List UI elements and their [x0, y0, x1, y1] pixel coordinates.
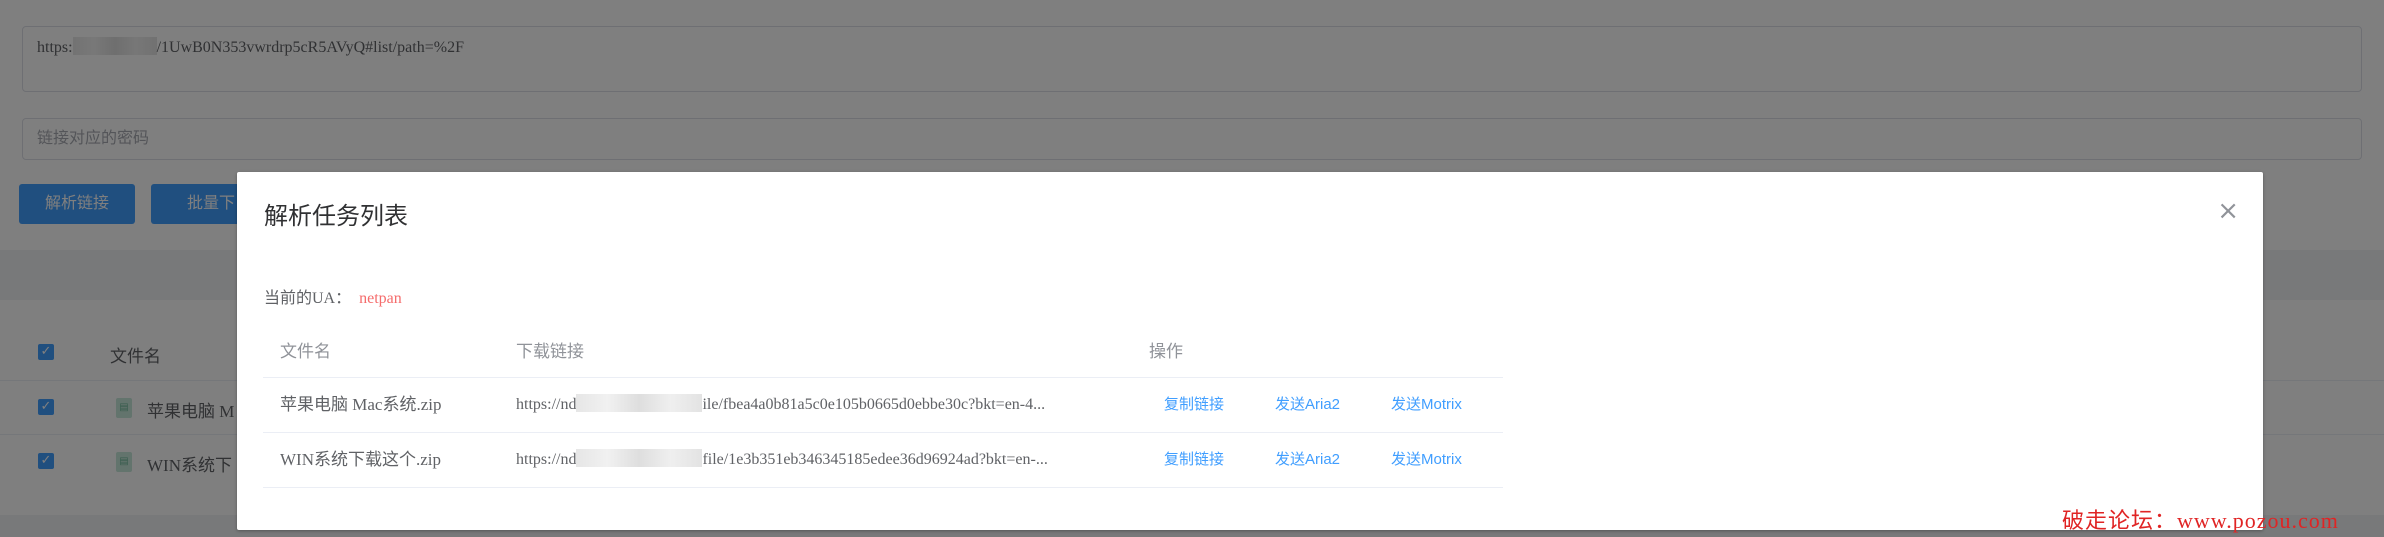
send-motrix-button[interactable]: 发送Motrix — [1391, 378, 1462, 432]
link-suffix: file/1e3b351eb346345185edee36d96924ad?bk… — [702, 451, 1048, 468]
link-suffix: ile/fbea4a0b81a5c0e105b0665d0ebbe30c?bkt… — [702, 396, 1046, 413]
ua-label: 当前的UA： — [264, 290, 352, 307]
download-link-header: 下载链接 — [516, 342, 584, 361]
actions-header: 操作 — [1149, 342, 1183, 361]
send-motrix-button[interactable]: 发送Motrix — [1391, 433, 1462, 487]
send-aria2-button[interactable]: 发送Aria2 — [1275, 433, 1340, 487]
ua-info: 当前的UA： netpan — [264, 284, 402, 308]
forum-watermark: 破走论坛：www.pozou.com — [2062, 508, 2339, 533]
task-download-link[interactable]: https://nd file/1e3b351eb346345185edee36d… — [516, 433, 1116, 487]
redacted-mask — [576, 394, 703, 412]
copy-link-button[interactable]: 复制链接 — [1164, 433, 1224, 487]
filename-header: 文件名 — [280, 342, 331, 361]
redacted-mask — [576, 449, 703, 467]
task-filename: 苹果电脑 Mac系统.zip — [280, 395, 442, 414]
ua-value: netpan — [359, 290, 402, 307]
close-icon[interactable]: × — [2217, 198, 2239, 224]
link-prefix: https://nd — [516, 396, 577, 413]
task-table-header: 文件名 下载链接 操作 — [263, 327, 1503, 378]
dialog-title: 解析任务列表 — [264, 203, 408, 230]
task-table: 文件名 下载链接 操作 苹果电脑 Mac系统.zip https://nd ile… — [263, 327, 1503, 488]
copy-link-button[interactable]: 复制链接 — [1164, 378, 1224, 432]
task-download-link[interactable]: https://nd ile/fbea4a0b81a5c0e105b0665d0e… — [516, 378, 1116, 432]
send-aria2-button[interactable]: 发送Aria2 — [1275, 378, 1340, 432]
parse-task-dialog: 解析任务列表 × 当前的UA： netpan 文件名 下载链接 操作 苹果电脑 M… — [237, 172, 2263, 530]
task-filename: WIN系统下载这个.zip — [280, 450, 442, 469]
link-prefix: https://nd — [516, 451, 577, 468]
task-row: 苹果电脑 Mac系统.zip https://nd ile/fbea4a0b81a… — [263, 378, 1503, 433]
task-row: WIN系统下载这个.zip https://nd file/1e3b351eb34… — [263, 433, 1503, 488]
